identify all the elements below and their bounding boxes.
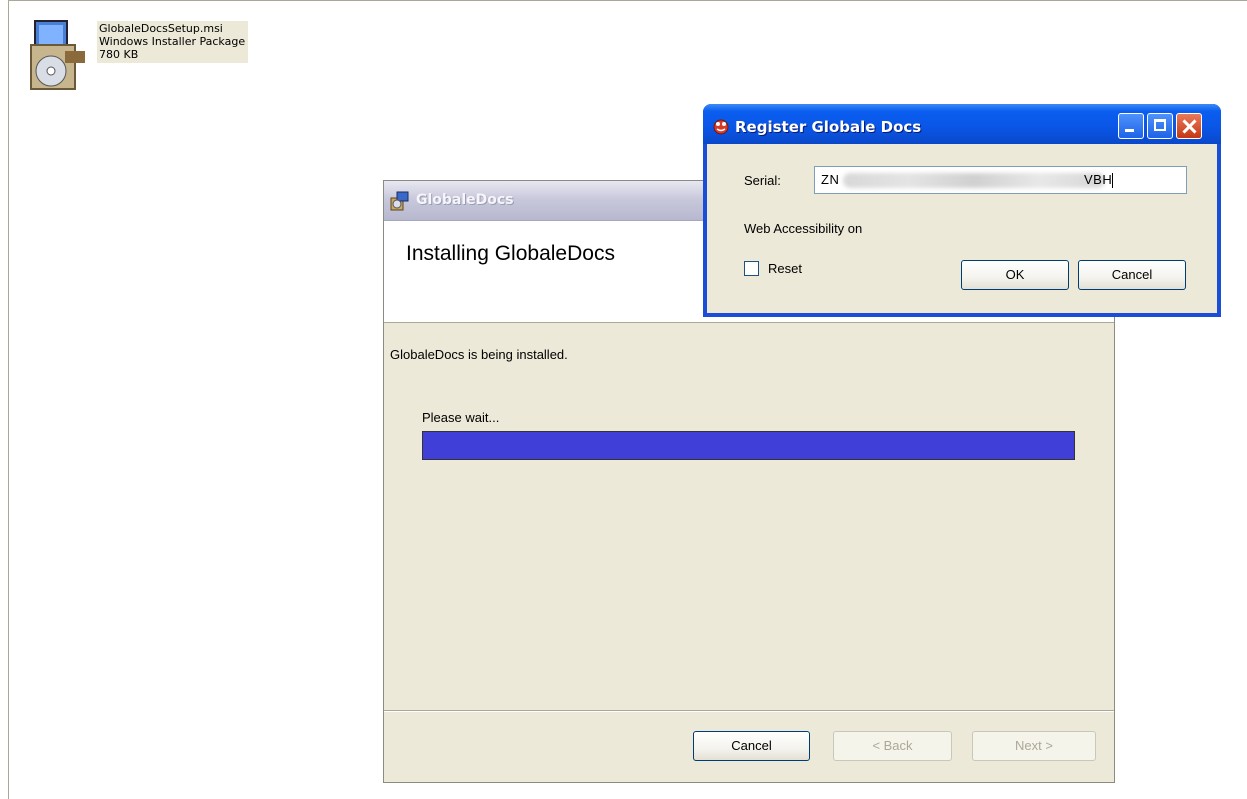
serial-label: Serial:	[744, 173, 781, 188]
file-name: GlobaleDocsSetup.msi	[99, 22, 223, 35]
close-button[interactable]	[1176, 113, 1202, 139]
ok-button[interactable]: OK	[961, 260, 1069, 290]
installer-heading: Installing GlobaleDocs	[406, 242, 615, 265]
file-type: Windows Installer Package	[99, 35, 246, 48]
redacted-serial	[843, 173, 1105, 188]
installer-app-icon	[390, 191, 409, 211]
install-progress-bar	[422, 431, 1075, 460]
install-status-text: GlobaleDocs is being installed.	[390, 347, 568, 362]
serial-prefix: ZN	[821, 172, 840, 187]
web-accessibility-label: Web Accessibility on	[744, 221, 863, 236]
register-titlebar[interactable]: Register Globale Docs	[703, 104, 1221, 144]
serial-suffix-wrap: VBH	[1084, 172, 1114, 189]
please-wait-text: Please wait...	[422, 410, 500, 425]
serial-suffix: VBH	[1084, 172, 1113, 187]
reset-checkbox[interactable]	[744, 261, 759, 276]
file-label: GlobaleDocsSetup.msi Windows Installer P…	[97, 21, 249, 63]
minimize-button[interactable]	[1118, 113, 1144, 139]
setup-file-item[interactable]: GlobaleDocsSetup.msi Windows Installer P…	[29, 15, 289, 91]
footer-divider	[384, 710, 1114, 712]
installer-title: GlobaleDocs	[416, 192, 514, 208]
serial-input[interactable]: ZN VBH	[814, 166, 1187, 194]
register-app-icon	[713, 119, 729, 135]
installer-package-icon	[30, 20, 85, 90]
register-dialog: Register Globale Docs Serial: ZN VBH Web…	[703, 104, 1221, 317]
register-cancel-button[interactable]: Cancel	[1078, 260, 1186, 290]
register-body: Serial: ZN VBH Web Accessibility on Rese…	[707, 144, 1217, 313]
progress-fill	[423, 432, 1074, 459]
text-caret	[1112, 173, 1114, 189]
back-button[interactable]: < Back	[833, 731, 952, 761]
installer-cancel-button[interactable]: Cancel	[693, 731, 810, 761]
next-button[interactable]: Next >	[972, 731, 1096, 761]
maximize-button[interactable]	[1147, 113, 1173, 139]
reset-label[interactable]: Reset	[768, 261, 802, 276]
register-title: Register Globale Docs	[735, 118, 922, 136]
file-size: 780 KB	[99, 48, 139, 61]
